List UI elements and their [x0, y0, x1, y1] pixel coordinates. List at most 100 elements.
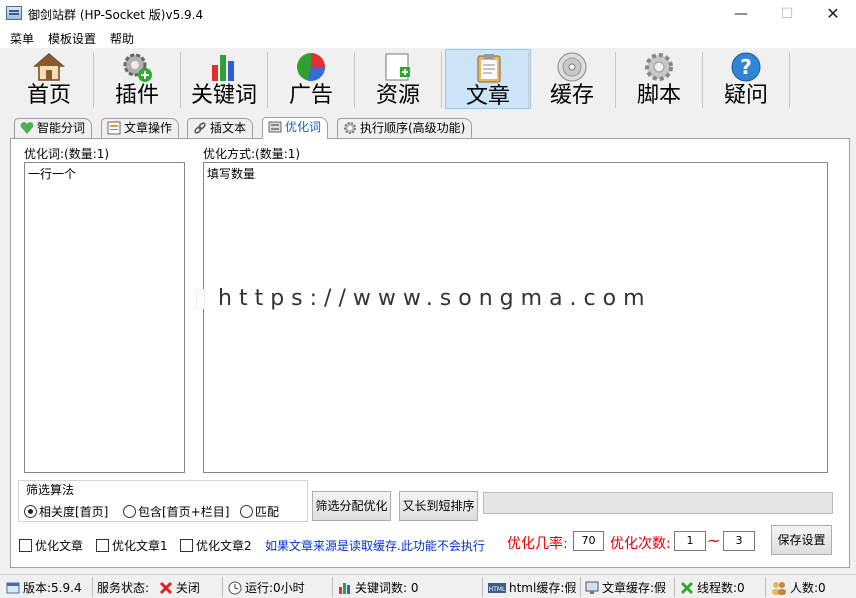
users-icon [772, 582, 786, 595]
tab-optimize-words[interactable]: 优化词 [262, 117, 329, 139]
count-min-input[interactable]: 1 [674, 531, 706, 551]
check-optimize-article-1[interactable]: 优化文章1 [96, 537, 168, 554]
home-icon [33, 53, 65, 81]
menu-bar: 菜单 模板设置 帮助 [0, 28, 856, 48]
filter-assign-button[interactable]: 筛选分配优化 [312, 491, 391, 521]
check-optimize-article-2[interactable]: 优化文章2 [180, 537, 252, 554]
help-icon: ? [731, 52, 761, 82]
tab-smart-segmentation[interactable]: 智能分词 [14, 118, 93, 138]
status-service-value: 关闭 [175, 581, 200, 595]
status-article-cache: 文章缓存:假 [585, 579, 666, 596]
filter-progress-bar [483, 492, 833, 514]
threads-icon [680, 581, 694, 595]
radio-label: 匹配 [255, 505, 280, 519]
words-textarea[interactable]: 一行一个 [24, 162, 185, 473]
sort-length-button[interactable]: 又长到短排序 [399, 491, 478, 521]
checkbox [96, 539, 109, 552]
toolbar-articles[interactable]: 文章 [445, 49, 531, 109]
tab-label: 文章操作 [124, 121, 173, 135]
toolbar-articles-label: 文章 [465, 84, 510, 109]
close-button[interactable]: ✕ [810, 0, 856, 28]
check-label: 优化文章2 [196, 539, 252, 553]
toolbar-home[interactable]: 首页 [6, 49, 92, 109]
tab-article-operations[interactable]: 文章操作 [101, 118, 180, 138]
tab-label: 执行顺序(高级功能) [360, 121, 466, 135]
toolbar-faq-label: 疑问 [723, 83, 768, 108]
svg-text:HTML: HTML [489, 586, 506, 593]
app-icon [6, 6, 22, 20]
radio-dot [240, 505, 253, 518]
checkbox [19, 539, 32, 552]
status-service-label: 服务状态: [97, 581, 150, 595]
radio-dot [24, 505, 37, 518]
minimize-button[interactable]: — [718, 0, 764, 28]
gear-icon [344, 122, 356, 134]
watermark-text: https://www.songma.com [218, 286, 652, 311]
toolbar-scripts[interactable]: 脚本 [616, 49, 702, 109]
status-people: 人数:0 [771, 579, 826, 596]
tab-insert-text[interactable]: 插文本 [187, 118, 254, 138]
toolbar-plugins[interactable]: 插件 [94, 49, 180, 109]
tab-strip: 智能分词 文章操作 插文本 优化词 执行顺序(高级功能) [10, 117, 850, 139]
svg-text:?: ? [740, 55, 752, 79]
status-runtime-text: 运行:0小时 [245, 581, 305, 595]
toolbar-ads-label: 广告 [288, 83, 333, 108]
toolbar-scripts-label: 脚本 [636, 83, 681, 108]
window-icon [6, 582, 20, 594]
pie-chart-icon [297, 53, 325, 81]
status-keywords-text: 关键词数: 0 [355, 581, 419, 595]
title-bar: 御剑站群 (HP-Socket 版)v5.9.4 — ☐ ✕ [0, 0, 856, 28]
status-html-cache-text: html缓存:假 [509, 581, 577, 595]
status-runtime: 运行:0小时 [228, 579, 305, 596]
toolbar-faq[interactable]: ? 疑问 [703, 49, 789, 109]
heart-icon [20, 122, 34, 134]
radio-match[interactable]: 匹配 [240, 503, 279, 520]
save-settings-button[interactable]: 保存设置 [771, 525, 832, 555]
check-optimize-article[interactable]: 优化文章 [19, 537, 83, 554]
count-max-input[interactable]: 3 [723, 531, 755, 551]
plugin-gear-icon [123, 53, 152, 82]
radio-label: 相关度[首页] [39, 505, 109, 519]
status-service: 服务状态: 关闭 [97, 579, 200, 596]
red-x-icon [159, 581, 172, 595]
add-document-icon [385, 53, 410, 81]
clipboard-icon [477, 54, 501, 83]
range-tilde: ~ [707, 531, 721, 550]
monitor-icon [585, 581, 599, 594]
menu-help[interactable]: 帮助 [110, 30, 134, 47]
tab-execution-order[interactable]: 执行顺序(高级功能) [337, 118, 473, 138]
radio-contains[interactable]: 包含[首页+栏目] [123, 503, 229, 520]
document-icon [107, 121, 121, 135]
disc-icon [557, 52, 587, 82]
toolbar-cache[interactable]: 缓存 [529, 49, 615, 109]
check-label: 优化文章 [35, 539, 84, 553]
toolbar-home-label: 首页 [26, 83, 71, 108]
toolbar-plugins-label: 插件 [114, 83, 159, 108]
menu-main[interactable]: 菜单 [10, 30, 34, 47]
toolbar-resources[interactable]: 资源 [355, 49, 441, 109]
radio-relevance[interactable]: 相关度[首页] [24, 503, 108, 520]
status-version: 版本:5.9.4 [6, 579, 82, 596]
status-keywords: 关键词数: 0 [338, 579, 419, 596]
menu-template-settings[interactable]: 模板设置 [48, 30, 96, 47]
rate-input[interactable]: 70 [573, 531, 604, 551]
bar-chart-icon [339, 583, 350, 594]
status-people-text: 人数:0 [790, 581, 826, 595]
checkbox [180, 539, 193, 552]
maximize-button[interactable]: ☐ [764, 0, 810, 28]
status-threads: 线程数:0 [680, 579, 745, 596]
toolbar-ads[interactable]: 广告 [268, 49, 354, 109]
status-article-cache-text: 文章缓存:假 [602, 581, 667, 595]
filter-algorithm-title: 筛选算法 [24, 481, 77, 498]
status-version-text: 版本:5.9.4 [23, 581, 82, 595]
gear-icon [645, 53, 673, 81]
toolbar-keywords[interactable]: 关键词 [181, 49, 267, 109]
count-label: 优化次数: [610, 536, 671, 552]
method-label: 优化方式:(数量:1) [203, 147, 301, 161]
link-icon [194, 122, 206, 134]
method-textarea[interactable]: 填写数量 [203, 162, 828, 473]
tab-label: 优化词 [285, 120, 322, 134]
watermark-block [196, 289, 205, 309]
toolbar-keywords-label: 关键词 [190, 83, 257, 108]
toolbar-cache-label: 缓存 [549, 83, 594, 108]
